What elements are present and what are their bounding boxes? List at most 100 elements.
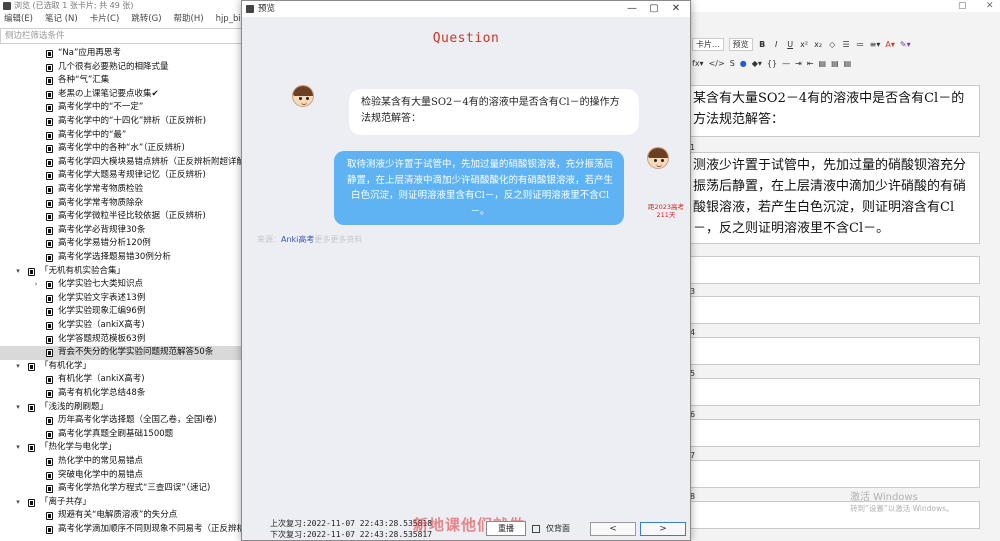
deck-icon — [46, 90, 53, 99]
sidebar-deck[interactable]: 高考化学热化学方程式“三查四误”（速记) — [0, 482, 242, 496]
restore-icon[interactable]: ▢ — [958, 0, 967, 12]
sidebar-deck-group[interactable]: ▾ 「浅浅的刷刷题」 — [0, 401, 242, 415]
justify-icon[interactable]: ▤ — [819, 59, 827, 68]
close-icon[interactable]: ✕ — [666, 1, 686, 17]
deck-icon — [46, 254, 53, 262]
menu-hjp-bilink[interactable]: hjp_bilink — [216, 12, 242, 27]
chevron-down-icon[interactable]: ▾ — [14, 441, 22, 455]
replay-button[interactable]: 重播 — [486, 521, 526, 536]
sidebar-deck[interactable]: › 化学实验七大类知识点 — [0, 278, 242, 292]
sidebar-deck[interactable]: “Na”应用再思考 — [0, 47, 242, 61]
sidebar-deck[interactable]: 突破电化学中的易错点 — [0, 469, 242, 483]
justify-center-icon[interactable]: ▤ — [831, 59, 839, 68]
next-card-button[interactable]: > — [640, 522, 686, 536]
sidebar-deck[interactable]: 高考化学易错分析120例 — [0, 237, 242, 251]
eraser-icon[interactable]: ◇ — [828, 40, 837, 49]
text-color-icon[interactable]: A▾ — [885, 40, 895, 49]
sidebar-deck[interactable]: 高考化学常考物质检验 — [0, 183, 242, 197]
sidebar-deck[interactable]: 老黑の上课笔记要点收集✔ — [0, 88, 242, 102]
sidebar-deck[interactable]: 化学实验文字表述13例 — [0, 292, 242, 306]
menu-notes[interactable]: 笔记 (N) — [45, 12, 78, 27]
chevron-down-icon[interactable]: ▾ — [14, 360, 22, 374]
field-empty-2[interactable] — [690, 256, 980, 284]
bold-icon[interactable]: B — [758, 40, 767, 49]
sidebar-deck[interactable]: 有机化学（ankiX高考) — [0, 373, 242, 387]
chevron-down-icon[interactable]: ▾ — [14, 265, 22, 279]
sidebar-deck[interactable]: 高考化学中的“十四化”辨析（正反辨析) — [0, 115, 242, 129]
sidebar-deck[interactable]: 几个很有必要熟记的相降式量 — [0, 61, 242, 75]
exam-countdown-line-2: 211天 — [656, 211, 676, 219]
field-front[interactable]: 某含有大量SO2－4有的溶液中是否含有Cl－的方法规范解答： — [690, 85, 980, 137]
sidebar-deck[interactable]: 化学实验现象汇编96例 — [0, 305, 242, 319]
hr-icon[interactable]: — — [782, 59, 790, 68]
sidebar-deck-group[interactable]: ▾ 「热化学与电化学」 — [0, 441, 242, 455]
sidebar-deck[interactable]: 高考有机化学总结48条 — [0, 387, 242, 401]
deck-icon — [46, 417, 53, 426]
sidebar-deck[interactable]: 化学实验（ankiX高考) — [0, 319, 242, 333]
field-empty-7[interactable] — [690, 460, 980, 488]
sidebar-deck-group[interactable]: ▾ 「离子共存」 — [0, 496, 242, 510]
html-icon[interactable]: </> — [709, 59, 725, 68]
superscript-icon[interactable]: x² — [800, 40, 809, 49]
underline-icon[interactable]: U — [786, 40, 795, 49]
sidebar-deck[interactable]: 高考化学选择题易错30例分析 — [0, 251, 242, 265]
blue-dot-icon[interactable]: ● — [740, 59, 747, 68]
sidebar-deck[interactable]: 热化学中的常见易错点 — [0, 455, 242, 469]
field-back[interactable]: 测液少许置于试管中，先加过量的硝酸钡溶充分振荡后静置，在上层清液中滴加少许硝酸的… — [690, 152, 980, 244]
sidebar-deck[interactable]: 高考化学中的“不一定” — [0, 101, 242, 115]
minimize-icon[interactable]: — — [622, 1, 642, 17]
field-empty-5[interactable] — [690, 378, 980, 406]
chevron-down-icon[interactable]: ▾ — [14, 496, 22, 510]
sidebar-deck[interactable]: 高考化学常考物质除杂 — [0, 197, 242, 211]
sidebar-deck[interactable]: 高考化学微粒半径比较依据（正反辨析) — [0, 210, 242, 224]
highlight-icon[interactable]: ✎▾ — [900, 40, 911, 49]
chevron-right-icon[interactable]: › — [32, 278, 40, 292]
sidebar-deck[interactable]: 历年高考化学选择题（全国乙卷，全国I卷) — [0, 414, 242, 428]
field-empty-3[interactable] — [690, 296, 980, 324]
menu-go[interactable]: 跳转(G) — [131, 12, 161, 27]
justify-right-icon[interactable]: ▤ — [844, 59, 852, 68]
field-empty-6[interactable] — [690, 419, 980, 447]
deck-icon — [46, 471, 53, 480]
sidebar-filter-input[interactable]: 侧边栏筛选条件 — [0, 28, 242, 44]
sidebar-deck[interactable]: 高考化学滴加顺序不同则现象不同易考（正反辨析)可复习 — [0, 523, 242, 537]
source-anki-link[interactable]: Anki高考 — [281, 235, 314, 244]
sidebar-deck[interactable]: 高考化学中的“最” — [0, 129, 242, 143]
sidebar-deck[interactable]: 背会不失分的化学实验问题规范解答50条 — [0, 346, 242, 360]
anki-app-icon — [3, 2, 11, 10]
braces-icon[interactable]: {} — [767, 59, 777, 68]
sidebar-deck[interactable]: 高考化学中的各种“水”（正反辨析) — [0, 142, 242, 156]
maximize-icon[interactable]: ▢ — [644, 1, 664, 17]
prev-card-button[interactable]: < — [590, 522, 636, 536]
sidebar-deck[interactable]: 高考化学真题全刷基础1500题 — [0, 428, 242, 442]
outdent-icon[interactable]: ⇤ — [807, 59, 814, 68]
formula-icon[interactable]: fx▾ — [692, 59, 704, 68]
menu-help[interactable]: 帮助(H) — [174, 12, 204, 27]
sidebar-deck-group[interactable]: ▾ 「有机化学」 — [0, 360, 242, 374]
subscript-icon[interactable]: x₂ — [814, 40, 823, 49]
deck-icon — [46, 390, 53, 398]
menu-cards[interactable]: 卡片(C) — [90, 12, 120, 27]
indent-icon[interactable]: ⇥ — [795, 59, 802, 68]
italic-icon[interactable]: I — [772, 40, 781, 49]
sidebar-deck-group[interactable]: ▾ 「无机有机实验合集」 — [0, 265, 242, 279]
cards-button[interactable]: 卡片... — [692, 37, 724, 51]
preview-button[interactable]: 预览 — [728, 37, 753, 51]
close-icon[interactable]: ✕ — [986, 0, 994, 12]
field-empty-4[interactable] — [690, 337, 980, 365]
sidebar-deck[interactable]: 高考化学大题易考规律记忆（正反辨析) — [0, 169, 242, 183]
back-only-checkbox[interactable] — [532, 524, 540, 533]
ordered-list-icon[interactable]: ≔ — [856, 40, 865, 49]
deck-icon — [46, 118, 53, 126]
align-icon[interactable]: ≡▾ — [870, 40, 881, 49]
unordered-list-icon[interactable]: ☰ — [842, 40, 851, 49]
sidebar-deck[interactable]: 高考化学四大模块易错点辨析（正反辨析附超详解析 — [0, 156, 242, 170]
sidebar-deck[interactable]: 化学答题规范模板63例 — [0, 333, 242, 347]
sidebar-deck[interactable]: 规避有关“电解质溶液”的失分点 — [0, 509, 242, 523]
sidebar-deck[interactable]: 各种“气”汇集 — [0, 74, 242, 88]
menu-edit[interactable]: 编辑(E) — [4, 12, 33, 27]
chevron-down-icon[interactable]: ▾ — [14, 401, 22, 415]
strikethrough-icon[interactable]: S — [730, 59, 735, 68]
sidebar-deck[interactable]: 高考化学必背规律30条 — [0, 224, 242, 238]
fill-icon[interactable]: ◆▾ — [752, 59, 762, 68]
